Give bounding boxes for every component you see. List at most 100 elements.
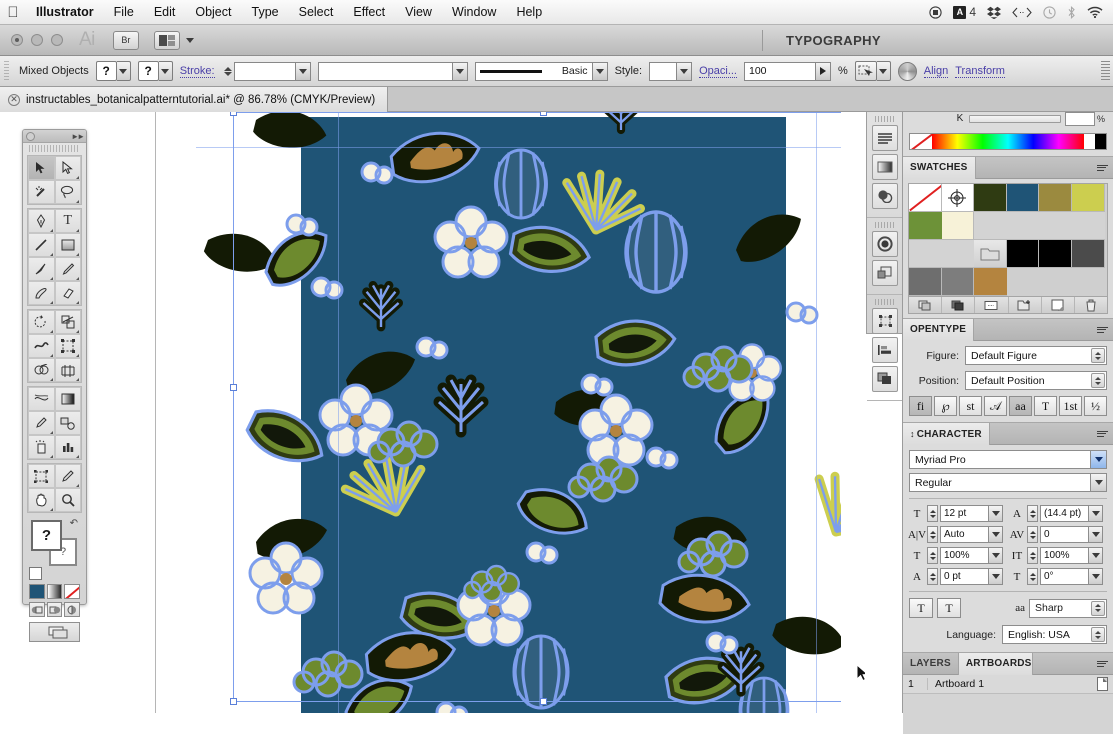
stroke-weight-input[interactable] — [233, 61, 296, 81]
menu-item-file[interactable]: File — [104, 0, 144, 25]
stroke-weight-control[interactable] — [222, 61, 311, 81]
wifi-icon[interactable] — [1087, 6, 1103, 18]
scale-tool[interactable] — [54, 310, 81, 334]
color-button[interactable] — [29, 584, 45, 599]
opacity-control[interactable]: 100 — [743, 61, 831, 81]
menu-item-help[interactable]: Help — [506, 0, 552, 25]
ordinals-icon[interactable]: 1st — [1059, 396, 1082, 416]
baseline-shift-chevron-down-icon[interactable] — [989, 568, 1003, 585]
new-color-group-icon[interactable] — [1009, 297, 1042, 313]
baseline-shift-input[interactable]: 0 pt — [940, 568, 989, 585]
menu-item-window[interactable]: Window — [442, 0, 506, 25]
stroke-color-control[interactable]: ? — [137, 61, 173, 81]
go-to-bridge-button[interactable]: Br — [112, 30, 139, 50]
opacity-input[interactable]: 100 — [743, 61, 816, 81]
channel-slider-k[interactable] — [969, 114, 1061, 123]
arrange-chevron-down-icon[interactable] — [185, 37, 194, 43]
horizontal-scale-chevron-down-icon[interactable] — [1089, 547, 1103, 564]
paintbrush-tool[interactable] — [28, 257, 55, 281]
swatch-blue[interactable] — [1006, 184, 1040, 212]
menu-item-view[interactable]: View — [395, 0, 442, 25]
font-size-chevron-down-icon[interactable] — [989, 505, 1003, 522]
draw-normal-icon[interactable] — [29, 602, 45, 617]
swatch-options-icon[interactable] — [975, 297, 1009, 313]
new-swatch-icon[interactable] — [1042, 297, 1075, 313]
discretionary-ligatures-icon[interactable]: st — [959, 396, 982, 416]
tools-panel-header[interactable]: ►► — [23, 130, 86, 143]
rotation-input[interactable]: 0° — [1040, 568, 1089, 585]
strikethrough-button[interactable]: T — [937, 598, 961, 618]
fill-swatch[interactable]: ? — [95, 61, 117, 81]
brush-preview[interactable]: Basic — [474, 61, 593, 81]
magic-wand-tool[interactable] — [28, 180, 55, 204]
tools-panel-grip[interactable] — [29, 145, 80, 152]
apple-menu-icon[interactable]:  — [0, 5, 26, 20]
swash-icon[interactable]: 𝒜 — [984, 396, 1007, 416]
swatches-grid[interactable] — [908, 183, 1108, 297]
selection-bounding-box[interactable] — [230, 112, 841, 705]
leading-input[interactable]: (14.4 pt) — [1040, 505, 1089, 522]
kerning-stepper-icon[interactable] — [927, 526, 938, 543]
mesh-tool[interactable] — [28, 387, 55, 411]
table-row[interactable]: 1 Artboard 1 — [903, 675, 1113, 694]
column-graph-tool[interactable] — [54, 435, 81, 459]
select-similar-control[interactable] — [854, 61, 891, 81]
kerning-input[interactable]: Auto — [940, 526, 989, 543]
menu-item-type[interactable]: Type — [242, 0, 289, 25]
artboard-page-icon[interactable] — [1091, 677, 1113, 691]
color-spectrum-bar[interactable] — [909, 133, 1107, 150]
tracking-stepper-icon[interactable] — [1027, 526, 1038, 543]
document-tab[interactable]: ✕ instructables_botanicalpatterntutorial… — [0, 87, 389, 112]
gradient-tool[interactable] — [54, 387, 81, 411]
eraser-tool[interactable] — [54, 281, 81, 305]
line-segment-tool[interactable] — [28, 233, 55, 257]
record-icon[interactable] — [929, 5, 942, 19]
vertical-scale-chevron-down-icon[interactable] — [989, 547, 1003, 564]
width-tool[interactable] — [28, 334, 55, 358]
pathfinder-panel-icon[interactable] — [872, 366, 898, 392]
direct-selection-tool[interactable] — [54, 156, 81, 180]
arrange-documents-button[interactable] — [153, 30, 180, 50]
opacity-chevron-down-icon[interactable] — [815, 61, 831, 81]
menu-item-effect[interactable]: Effect — [343, 0, 395, 25]
swatch-tan[interactable] — [974, 268, 1007, 296]
fractions-icon[interactable]: ½ — [1084, 396, 1107, 416]
change-screen-mode-button[interactable] — [29, 622, 80, 642]
select-similar-objects-icon[interactable] — [854, 61, 877, 81]
tab-character[interactable]: ↕ CHARACTER — [903, 423, 990, 445]
minimize-window-button[interactable] — [31, 34, 43, 46]
zoom-tool[interactable] — [54, 488, 81, 512]
hand-tool[interactable] — [28, 488, 55, 512]
pencil-tool[interactable] — [54, 257, 81, 281]
swap-fill-stroke-icon[interactable]: ↶ — [70, 518, 78, 529]
blob-brush-tool[interactable] — [28, 281, 55, 305]
kerning-chevron-down-icon[interactable] — [989, 526, 1003, 543]
artboards-panel-menu-icon[interactable] — [1097, 657, 1110, 670]
appearance-panel-icon[interactable] — [872, 260, 898, 286]
dropbox-icon[interactable] — [987, 6, 1001, 19]
menu-item-edit[interactable]: Edit — [144, 0, 186, 25]
menu-item-select[interactable]: Select — [289, 0, 344, 25]
font-style-field[interactable]: Regular — [909, 473, 1107, 492]
select-similar-chevron-down-icon[interactable] — [876, 61, 891, 81]
swatch-green[interactable] — [909, 212, 942, 240]
stroke-weight-stepper[interactable] — [223, 66, 232, 76]
position-stepper-icon[interactable] — [1091, 373, 1105, 388]
eyedropper-tool[interactable] — [28, 411, 55, 435]
titling-alternates-icon[interactable]: T — [1034, 396, 1057, 416]
dock-grip-1[interactable] — [875, 116, 895, 122]
variable-width-profile-control[interactable] — [317, 61, 468, 81]
fill-stroke-indicator[interactable]: ? ? ↶ — [29, 518, 80, 580]
style-chevron-down-icon[interactable] — [677, 61, 693, 81]
close-window-button[interactable] — [11, 34, 23, 46]
artboard-tool[interactable] — [28, 464, 55, 488]
swatch-libraries-menu-icon[interactable] — [909, 297, 943, 313]
figure-select[interactable]: Default Figure — [965, 346, 1107, 365]
show-swatch-kinds-icon[interactable] — [942, 297, 976, 313]
brush-definition-control[interactable]: Basic — [474, 61, 608, 81]
antialias-stepper-icon[interactable] — [1091, 600, 1105, 616]
stroke-swatch[interactable]: ? — [137, 61, 159, 81]
tools-panel-collapse-icon[interactable]: ►► — [71, 132, 85, 141]
zoom-window-button[interactable] — [51, 34, 63, 46]
width-profile-chevron-down-icon[interactable] — [452, 61, 468, 81]
